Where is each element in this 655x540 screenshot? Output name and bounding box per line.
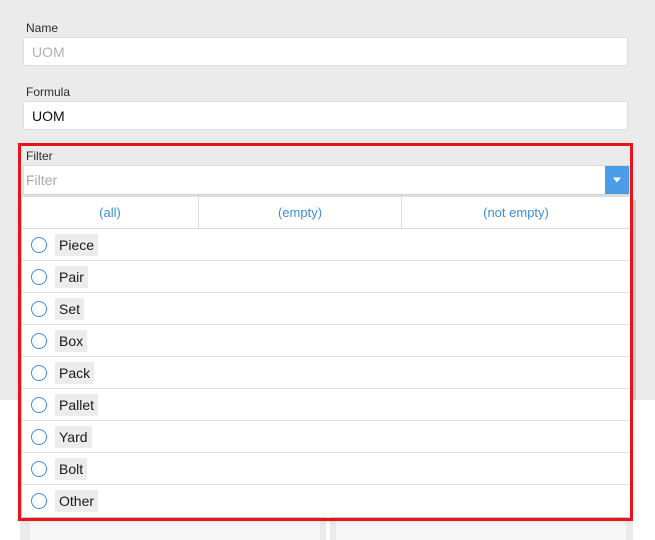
option-yard[interactable]: Yard bbox=[22, 421, 630, 453]
quick-filter-empty[interactable]: (empty) bbox=[198, 197, 401, 228]
filter-input[interactable]: Filter bbox=[23, 165, 630, 195]
option-label: Set bbox=[55, 297, 85, 320]
option-label: Pallet bbox=[55, 393, 99, 416]
filter-dropdown-list: (all) (empty) (not empty) Piece Pair Set… bbox=[22, 196, 630, 517]
option-label: Other bbox=[55, 490, 99, 512]
quick-filter-all[interactable]: (all) bbox=[22, 197, 198, 228]
option-pack[interactable]: Pack bbox=[22, 357, 630, 389]
filter-placeholder: Filter bbox=[26, 172, 58, 188]
radio-unchecked-icon[interactable] bbox=[31, 493, 47, 509]
formula-input[interactable]: UOM bbox=[23, 101, 628, 130]
radio-unchecked-icon[interactable] bbox=[31, 332, 47, 349]
radio-unchecked-icon[interactable] bbox=[31, 300, 47, 317]
option-set[interactable]: Set bbox=[22, 293, 630, 325]
option-other[interactable]: Other bbox=[22, 485, 630, 517]
option-label: Bolt bbox=[55, 457, 88, 480]
option-label: Yard bbox=[55, 425, 92, 448]
option-piece[interactable]: Piece bbox=[22, 229, 630, 261]
chevron-down-icon bbox=[613, 177, 621, 183]
radio-unchecked-icon[interactable] bbox=[31, 364, 47, 381]
name-label: Name bbox=[26, 21, 59, 35]
quick-filter-not-empty[interactable]: (not empty) bbox=[401, 197, 630, 228]
radio-unchecked-icon[interactable] bbox=[31, 236, 47, 253]
radio-unchecked-icon[interactable] bbox=[31, 396, 47, 413]
name-placeholder: UOM bbox=[32, 43, 65, 60]
option-box[interactable]: Box bbox=[22, 325, 630, 357]
bottom-card-right-body bbox=[336, 520, 626, 540]
option-label: Box bbox=[55, 329, 88, 352]
option-label: Piece bbox=[55, 233, 99, 256]
filter-dropdown-button[interactable] bbox=[605, 166, 629, 194]
option-pair[interactable]: Pair bbox=[22, 261, 630, 293]
formula-value: UOM bbox=[32, 107, 65, 124]
option-bolt[interactable]: Bolt bbox=[22, 453, 630, 485]
filter-label: Filter bbox=[26, 149, 53, 163]
option-label: Pack bbox=[55, 361, 95, 384]
quick-filter-row: (all) (empty) (not empty) bbox=[22, 197, 630, 229]
radio-unchecked-icon[interactable] bbox=[31, 460, 47, 477]
option-pallet[interactable]: Pallet bbox=[22, 389, 630, 421]
formula-label: Formula bbox=[26, 85, 71, 99]
option-label: Pair bbox=[55, 265, 88, 288]
radio-unchecked-icon[interactable] bbox=[31, 428, 47, 445]
bottom-card-left-body bbox=[30, 520, 320, 540]
radio-unchecked-icon[interactable] bbox=[31, 268, 47, 285]
name-input[interactable]: UOM bbox=[23, 37, 628, 66]
